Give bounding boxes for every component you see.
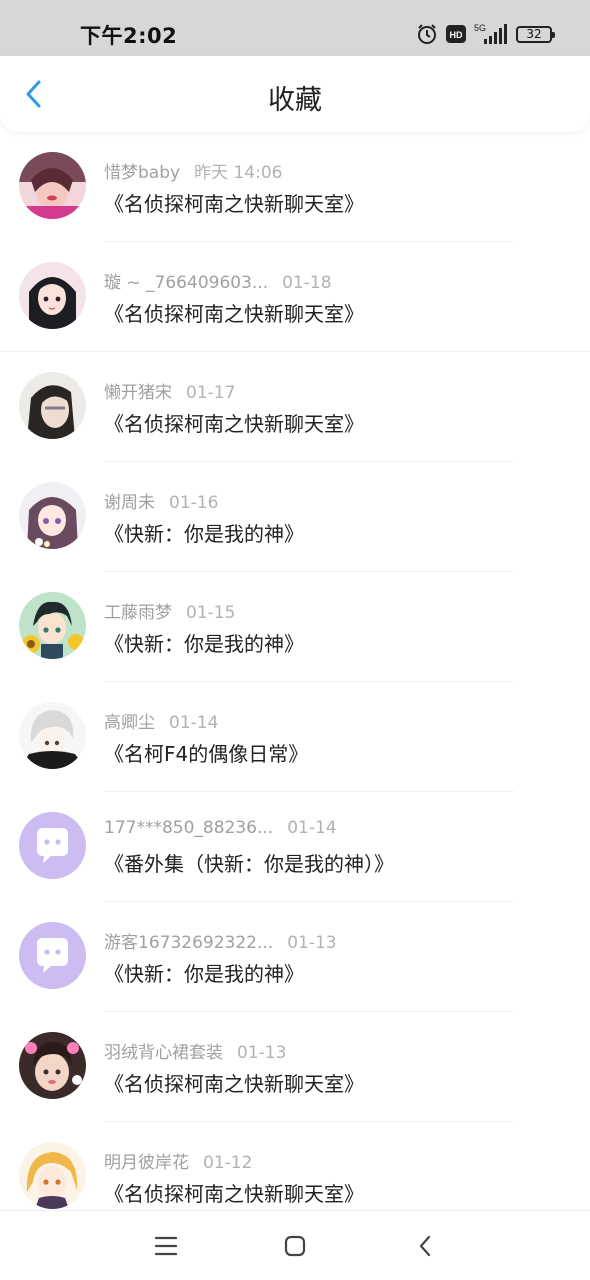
item-meta: 懒开猪宋 01-17 [104, 378, 235, 403]
item-meta: 高卿尘 01-14 [104, 708, 218, 733]
story-title[interactable]: 《名侦探柯南之快新聊天室》 [104, 1178, 364, 1207]
story-title[interactable]: 《名侦探柯南之快新聊天室》 [104, 408, 364, 437]
item-date: 01-14 [169, 713, 219, 733]
item-meta: 工藤雨梦 01-15 [104, 598, 235, 623]
author-name[interactable]: 游客16732692322... [104, 928, 273, 953]
avatar[interactable] [19, 152, 86, 219]
list-item[interactable]: 懒开猪宋 01-17 《名侦探柯南之快新聊天室》 [0, 352, 590, 462]
favorites-list: 惜梦baby 昨天 14:06 《名侦探柯南之快新聊天室》 璇 ~ _766409… [0, 132, 590, 1210]
item-meta: 177***850_88236... 01-14 [104, 818, 337, 838]
author-name[interactable]: 谢周未 [104, 488, 155, 513]
item-date: 01-16 [169, 493, 219, 513]
system-nav-bar [0, 1210, 590, 1280]
menu-icon [154, 1236, 178, 1256]
story-title[interactable]: 《快新：你是我的神》 [104, 518, 304, 547]
story-title[interactable]: 《快新：你是我的神》 [104, 958, 304, 987]
status-bar: 下午2:02 HD 5G 32 [0, 0, 590, 58]
status-time: 下午2:02 [80, 24, 178, 48]
back-icon [419, 1235, 431, 1257]
list-item[interactable]: 羽绒背心裙套装 01-13 《名侦探柯南之快新聊天室》 [0, 1012, 590, 1122]
avatar[interactable] [19, 812, 86, 879]
home-button[interactable] [275, 1229, 315, 1263]
avatar[interactable] [19, 592, 86, 659]
hd-icon: HD [446, 25, 466, 43]
status-icons: HD 5G 32 [416, 20, 555, 48]
author-name[interactable]: 工藤雨梦 [104, 598, 172, 623]
item-meta: 游客16732692322... 01-13 [104, 928, 337, 953]
avatar[interactable] [19, 702, 86, 769]
story-title[interactable]: 《番外集（快新：你是我的神）》 [104, 848, 394, 877]
svg-text:HD: HD [450, 30, 463, 40]
list-item[interactable]: 177***850_88236... 01-14 《番外集（快新：你是我的神）》 [0, 792, 590, 902]
svg-text:5G: 5G [474, 23, 486, 33]
item-date: 昨天 14:06 [194, 163, 283, 183]
signal-5g-icon: 5G [474, 22, 508, 46]
battery-level: 32 [526, 27, 542, 41]
alarm-icon [416, 23, 438, 45]
story-title[interactable]: 《快新：你是我的神》 [104, 628, 304, 657]
default-chat-avatar-icon [19, 812, 86, 879]
author-name[interactable]: 羽绒背心裙套装 [104, 1038, 223, 1063]
item-date: 01-17 [186, 383, 236, 403]
list-item[interactable]: 谢周未 01-16 《快新：你是我的神》 [0, 462, 590, 572]
story-title[interactable]: 《名柯F4的偶像日常》 [104, 738, 308, 767]
avatar[interactable] [19, 922, 86, 989]
author-name[interactable]: 177***850_88236... [104, 818, 273, 838]
avatar[interactable] [19, 1032, 86, 1099]
item-meta: 羽绒背心裙套装 01-13 [104, 1038, 286, 1063]
author-name[interactable]: 明月彼岸花 [104, 1148, 189, 1173]
item-date: 01-13 [287, 933, 337, 953]
list-item[interactable]: 游客16732692322... 01-13 《快新：你是我的神》 [0, 902, 590, 1012]
item-date: 01-18 [282, 273, 332, 293]
home-icon [284, 1235, 306, 1257]
item-date: 01-14 [287, 818, 337, 838]
list-item[interactable]: 璇 ~ _766409603... 01-18 《名侦探柯南之快新聊天室》 [0, 242, 590, 352]
nav-back-button[interactable] [405, 1229, 445, 1263]
item-meta: 明月彼岸花 01-12 [104, 1148, 252, 1173]
author-name[interactable]: 惜梦baby [104, 158, 180, 183]
avatar[interactable] [19, 372, 86, 439]
author-name[interactable]: 懒开猪宋 [104, 378, 172, 403]
page-title: 收藏 [268, 85, 322, 116]
list-item[interactable]: 高卿尘 01-14 《名柯F4的偶像日常》 [0, 682, 590, 792]
story-title[interactable]: 《名侦探柯南之快新聊天室》 [104, 1068, 364, 1097]
avatar[interactable] [19, 262, 86, 329]
author-name[interactable]: 璇 ~ _766409603... [104, 268, 268, 293]
avatar[interactable] [19, 482, 86, 549]
menu-button[interactable] [146, 1229, 186, 1263]
item-date: 01-15 [186, 603, 236, 623]
item-date: 01-13 [237, 1043, 287, 1063]
item-meta: 谢周未 01-16 [104, 488, 218, 513]
author-name[interactable]: 高卿尘 [104, 708, 155, 733]
battery-icon: 32 [516, 25, 555, 43]
story-title[interactable]: 《名侦探柯南之快新聊天室》 [104, 188, 364, 217]
item-meta: 璇 ~ _766409603... 01-18 [104, 268, 332, 293]
list-item[interactable]: 工藤雨梦 01-15 《快新：你是我的神》 [0, 572, 590, 682]
list-item[interactable]: 惜梦baby 昨天 14:06 《名侦探柯南之快新聊天室》 [0, 132, 590, 242]
story-title[interactable]: 《名侦探柯南之快新聊天室》 [104, 298, 364, 327]
default-chat-avatar-icon [19, 922, 86, 989]
avatar[interactable] [19, 1142, 86, 1209]
item-date: 01-12 [203, 1153, 253, 1173]
item-meta: 惜梦baby 昨天 14:06 [104, 158, 282, 183]
list-item[interactable]: 明月彼岸花 01-12 《名侦探柯南之快新聊天室》 [0, 1122, 590, 1210]
header: 收藏 [0, 56, 590, 132]
